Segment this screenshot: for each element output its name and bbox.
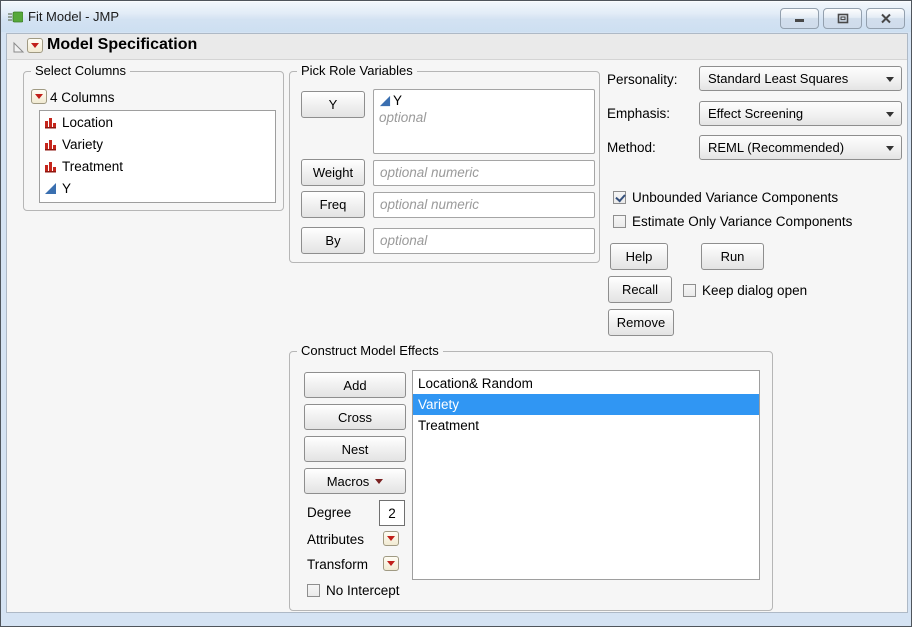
fit-model-window: Fit Model - JMP [0, 0, 912, 627]
close-icon [880, 13, 892, 24]
chevron-down-icon [886, 77, 894, 82]
transform-red-triangle-menu[interactable] [383, 556, 399, 571]
method-value: REML (Recommended) [708, 140, 844, 155]
no-intercept-label: No Intercept [326, 583, 400, 598]
model-specification-header: Model Specification [7, 34, 907, 60]
dialog-content: Model Specification Select Columns 4 Col… [6, 33, 908, 613]
window-title: Fit Model - JMP [28, 9, 119, 24]
column-name: Y [62, 181, 71, 196]
nest-button[interactable]: Nest [304, 436, 406, 462]
help-button[interactable]: Help [610, 243, 668, 270]
select-columns-title: Select Columns [31, 63, 130, 78]
model-spec-red-triangle-menu[interactable] [27, 38, 43, 53]
remove-button[interactable]: Remove [608, 309, 674, 336]
recall-button[interactable]: Recall [608, 276, 672, 303]
keep-dialog-open-checkbox[interactable] [683, 284, 696, 297]
method-dropdown[interactable]: REML (Recommended) [699, 135, 902, 160]
effect-item[interactable]: Location& Random [413, 373, 759, 394]
nominal-column-icon [44, 160, 57, 173]
estimate-only-variance-checkbox[interactable] [613, 215, 626, 228]
unbounded-variance-checkbox[interactable] [613, 191, 626, 204]
y-role-value: Y [393, 93, 402, 108]
chevron-down-icon [886, 146, 894, 151]
effect-name: Location& Random [418, 376, 533, 391]
red-triangle-icon [31, 43, 39, 48]
red-triangle-icon [387, 561, 395, 566]
effect-name: Treatment [418, 418, 479, 433]
personality-value: Standard Least Squares [708, 71, 848, 86]
columns-count-label: 4 Columns [50, 90, 115, 105]
nominal-column-icon [44, 116, 57, 129]
estimate-only-variance-label: Estimate Only Variance Components [632, 214, 852, 229]
column-name: Treatment [62, 159, 123, 174]
jmp-app-icon [8, 10, 23, 24]
titlebar[interactable]: Fit Model - JMP [1, 1, 911, 32]
maximize-button[interactable] [823, 8, 862, 29]
emphasis-dropdown[interactable]: Effect Screening [699, 101, 902, 126]
nominal-column-icon [44, 138, 57, 151]
by-role-button[interactable]: By [301, 227, 365, 254]
add-button[interactable]: Add [304, 372, 406, 398]
keep-dialog-open-label: Keep dialog open [702, 283, 807, 298]
column-name: Variety [62, 137, 103, 152]
red-triangle-icon [387, 536, 395, 541]
minimize-icon [794, 14, 806, 24]
transform-label: Transform [307, 557, 368, 572]
maximize-icon [837, 13, 849, 24]
run-button[interactable]: Run [701, 243, 764, 270]
macros-label: Macros [327, 474, 370, 489]
column-name: Location [62, 115, 113, 130]
effect-item[interactable]: Treatment [413, 415, 759, 436]
window-controls [780, 8, 905, 29]
weight-role-field[interactable]: optional numeric [373, 160, 595, 186]
chevron-down-icon [886, 112, 894, 117]
degree-input[interactable]: 2 [379, 500, 405, 526]
continuous-column-icon [44, 182, 57, 195]
emphasis-label: Emphasis: [607, 106, 670, 121]
construct-model-effects-title: Construct Model Effects [297, 343, 443, 358]
column-item-variety[interactable]: Variety [40, 133, 275, 155]
continuous-column-icon [379, 95, 391, 107]
column-item-treatment[interactable]: Treatment [40, 155, 275, 177]
degree-label: Degree [307, 505, 351, 520]
freq-role-field[interactable]: optional numeric [373, 192, 595, 218]
columns-red-triangle-menu[interactable] [31, 89, 47, 104]
page-title: Model Specification [47, 36, 197, 54]
emphasis-value: Effect Screening [708, 106, 803, 121]
y-role-button[interactable]: Y [301, 91, 365, 118]
pick-role-variables-title: Pick Role Variables [297, 63, 417, 78]
cross-button[interactable]: Cross [304, 404, 406, 430]
column-item-y[interactable]: Y [40, 177, 275, 199]
attributes-label: Attributes [307, 532, 364, 547]
columns-listbox[interactable]: Location Variety Treatment Y [39, 110, 276, 203]
freq-role-button[interactable]: Freq [301, 191, 365, 218]
model-effects-listbox[interactable]: Location& Random Variety Treatment [412, 370, 760, 580]
personality-dropdown[interactable]: Standard Least Squares [699, 66, 902, 91]
personality-label: Personality: [607, 72, 678, 87]
close-button[interactable] [866, 8, 905, 29]
attributes-red-triangle-menu[interactable] [383, 531, 399, 546]
column-item-location[interactable]: Location [40, 111, 275, 133]
disclosure-triangle-icon[interactable] [12, 41, 25, 59]
effect-item[interactable]: Variety [413, 394, 759, 415]
by-role-field[interactable]: optional [373, 228, 595, 254]
y-role-placeholder: optional [379, 110, 594, 125]
no-intercept-checkbox[interactable] [307, 584, 320, 597]
minimize-button[interactable] [780, 8, 819, 29]
method-label: Method: [607, 140, 656, 155]
unbounded-variance-label: Unbounded Variance Components [632, 190, 838, 205]
weight-role-button[interactable]: Weight [301, 159, 365, 186]
chevron-down-icon [375, 479, 383, 484]
y-role-field[interactable]: Y optional [373, 89, 595, 154]
red-triangle-icon [35, 94, 43, 99]
macros-button[interactable]: Macros [304, 468, 406, 494]
effect-name: Variety [418, 397, 459, 412]
